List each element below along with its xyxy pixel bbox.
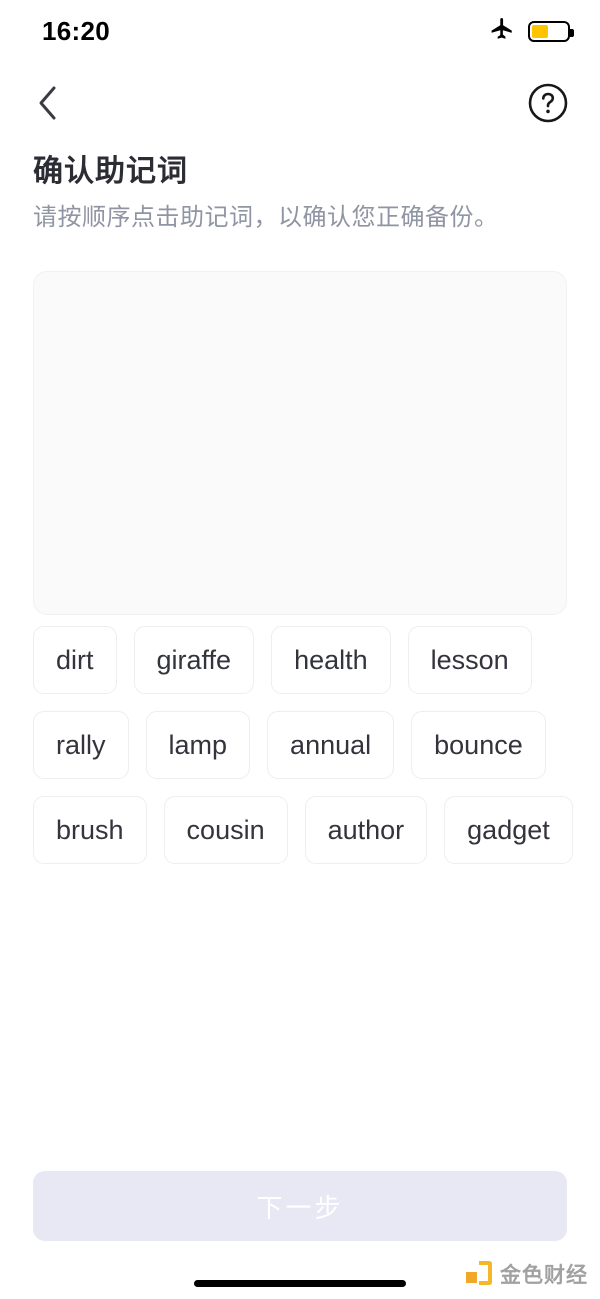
status-bar-time: 16:20 [42,15,110,46]
help-button[interactable] [524,81,572,129]
jinse-logo-icon [466,1261,492,1287]
next-button[interactable]: 下一步 [33,1171,567,1241]
word-chip[interactable]: author [304,796,428,864]
word-chip[interactable]: cousin [163,796,288,864]
page-subtitle: 请按顺序点击助记词，以确认您正确备份。 [33,203,499,231]
word-chip[interactable]: health [271,626,391,694]
status-bar-indicators [488,16,574,47]
navigation-bar [0,62,600,148]
airplane-mode-icon [488,16,516,47]
word-chip[interactable]: giraffe [133,626,255,694]
word-chip[interactable]: gadget [444,796,573,864]
chevron-left-icon [36,83,60,128]
battery-icon [528,20,574,42]
watermark-label: 金色财经 [500,1264,588,1287]
status-bar: 16:20 [0,0,600,62]
word-chip[interactable]: bounce [411,711,546,779]
page-title: 确认助记词 [33,155,188,188]
question-circle-icon [527,82,569,129]
word-chip[interactable]: annual [267,711,395,779]
word-chip[interactable]: brush [33,796,147,864]
phone-screen: 16:20 确认助记词 请按顺序点击助记词，以确认您正确备份。 dirt gir… [0,0,600,1299]
watermark: 金色财经 [466,1259,588,1289]
word-chip[interactable]: rally [33,711,129,779]
back-button[interactable] [24,81,72,129]
word-chip[interactable]: dirt [33,626,117,694]
word-bank: dirt giraffe health lesson rally lamp annual bo… [33,626,573,864]
word-chip[interactable]: lesson [407,626,532,694]
selected-words-area[interactable] [33,271,567,615]
header-block: 确认助记词 请按顺序点击助记词，以确认您正确备份。 [33,155,573,233]
word-chip[interactable]: lamp [145,711,251,779]
home-indicator [194,1280,406,1287]
